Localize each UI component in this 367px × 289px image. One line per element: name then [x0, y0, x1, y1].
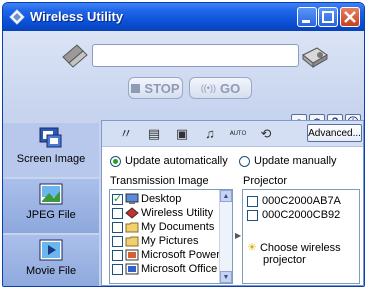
- transmission-image-label: Transmission Image: [110, 175, 209, 187]
- list-item-label: Desktop: [141, 193, 182, 205]
- projector-id: 000C2000CB92: [262, 209, 341, 221]
- jpeg-file-icon: [39, 183, 63, 205]
- scroll-up-icon[interactable]: ▲: [220, 190, 232, 202]
- projector-label: Projector: [243, 175, 288, 187]
- choose-line1: Choose wireless: [259, 242, 341, 254]
- minimize-icon: [302, 20, 310, 23]
- go-label: GO: [219, 80, 241, 96]
- arrow-right-icon: ▶: [235, 231, 242, 240]
- projector-id: 000C2000AB7A: [262, 195, 341, 207]
- list-item-label: My Documents: [141, 221, 215, 233]
- projector-address-field[interactable]: [92, 44, 299, 67]
- auto-icon[interactable]: ᴬᵁᵀᴼ: [228, 125, 248, 143]
- maximize-button[interactable]: [318, 7, 338, 27]
- signal-icon[interactable]: 〃: [116, 125, 136, 143]
- update-auto-option[interactable]: Update automatically: [110, 155, 228, 167]
- tab-movie-file[interactable]: Movie File: [3, 235, 99, 286]
- choose-line2: projector: [263, 254, 306, 266]
- office-icon: [125, 263, 139, 275]
- mode-tabs: Screen Image JPEG File Movie File: [3, 123, 99, 286]
- update-manual-option[interactable]: Update manually: [239, 155, 337, 167]
- powerpoint-icon: [125, 249, 139, 261]
- list-item[interactable]: Microsoft Power: [112, 248, 220, 262]
- tab-screen-image[interactable]: Screen Image: [3, 123, 99, 177]
- wireless-utility-window: Wireless Utility STOP ((•)) GO Screen Im…: [2, 2, 365, 287]
- lightbulb-icon: ☀: [247, 242, 257, 254]
- update-manual-label: Update manually: [254, 155, 337, 167]
- list-item[interactable]: 000C2000AB7A: [247, 194, 341, 208]
- tab-movie-file-label: Movie File: [25, 265, 77, 277]
- window-title: Wireless Utility: [30, 9, 124, 24]
- update-auto-radio[interactable]: [110, 155, 121, 167]
- update-manual-radio[interactable]: [239, 155, 250, 167]
- update-auto-label: Update automatically: [125, 155, 228, 167]
- app-diamond-icon: [9, 9, 25, 25]
- list-item[interactable]: Desktop: [112, 192, 181, 206]
- tab-jpeg-file-label: JPEG File: [26, 209, 76, 221]
- list-item[interactable]: 000C2000CB92: [247, 208, 340, 222]
- list-item-label: Microsoft Power: [141, 249, 220, 261]
- advanced-label: Advanced...: [308, 127, 361, 139]
- list-scrollbar[interactable]: ▲ ▼: [219, 190, 232, 283]
- app-icon: [125, 207, 139, 219]
- title-bar[interactable]: Wireless Utility: [3, 3, 364, 31]
- maximize-icon: [322, 11, 334, 23]
- go-button[interactable]: ((•)) GO: [189, 77, 252, 99]
- stop-label: STOP: [144, 80, 180, 96]
- projector-list[interactable]: 000C2000AB7A 000C2000CB92 ☀ Choose wirel…: [242, 189, 360, 284]
- checkbox[interactable]: [112, 249, 123, 261]
- checkbox[interactable]: [112, 207, 123, 219]
- transmission-image-list[interactable]: Desktop Wireless Utility My Documents My…: [109, 189, 233, 284]
- screen-image-icon: [39, 127, 62, 148]
- folder-icon: [125, 222, 139, 233]
- advanced-button[interactable]: Advanced...: [307, 124, 362, 142]
- list-item[interactable]: Microsoft Office: [112, 262, 217, 276]
- list-item-label: My Pictures: [141, 235, 199, 247]
- stop-icon: [131, 83, 141, 93]
- panel-toolbar: 〃 ▤ ▣ ♫ ᴬᵁᵀᴼ ⟲ Advanced...: [102, 121, 363, 147]
- stop-button[interactable]: STOP: [128, 77, 183, 99]
- checkbox[interactable]: [247, 195, 258, 207]
- movie-file-icon: [39, 239, 63, 261]
- checkbox[interactable]: [112, 221, 123, 233]
- checkbox[interactable]: [112, 192, 123, 205]
- music-icon[interactable]: ♫: [200, 125, 220, 143]
- display-icon[interactable]: ▤: [144, 125, 164, 143]
- checkbox[interactable]: [247, 209, 258, 221]
- tab-jpeg-file[interactable]: JPEG File: [3, 179, 99, 233]
- connection-area: STOP ((•)) GO ♀ ⚙ ? ⓘ: [3, 31, 364, 130]
- tab-screen-image-label: Screen Image: [16, 153, 86, 165]
- close-icon: [344, 11, 356, 23]
- list-item-label: Wireless Utility: [141, 207, 214, 219]
- minimize-button[interactable]: [297, 7, 317, 27]
- desktop-icon: [125, 193, 139, 204]
- list-item[interactable]: My Pictures: [112, 234, 198, 248]
- close-button[interactable]: [340, 7, 360, 27]
- checkbox[interactable]: [112, 235, 123, 247]
- wireless-wave-icon: ((•)): [200, 83, 216, 93]
- list-item-label: Microsoft Office: [141, 263, 218, 275]
- list-item[interactable]: My Documents: [112, 220, 214, 234]
- document-icon[interactable]: ▣: [172, 125, 192, 143]
- loop-icon[interactable]: ⟲: [256, 125, 276, 143]
- scroll-down-icon[interactable]: ▼: [220, 271, 232, 283]
- screen-image-panel: 〃 ▤ ▣ ♫ ᴬᵁᵀᴼ ⟲ Advanced... Update automa…: [101, 120, 364, 286]
- checkbox[interactable]: [112, 263, 123, 275]
- choose-projector-hint: ☀ Choose wireless projector: [247, 242, 341, 266]
- folder-icon: [125, 236, 139, 247]
- projector-icon: [302, 47, 328, 69]
- list-item[interactable]: Wireless Utility: [112, 206, 213, 220]
- laptop-icon: [62, 44, 88, 68]
